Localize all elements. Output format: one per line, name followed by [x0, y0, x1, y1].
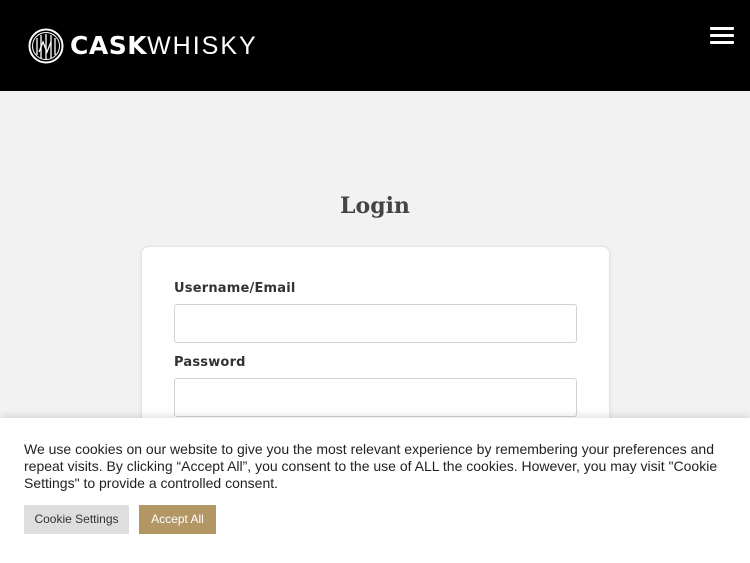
accept-all-button[interactable]: Accept All [139, 505, 216, 534]
menu-bar-line [710, 27, 734, 30]
password-input[interactable] [174, 378, 577, 417]
site-logo[interactable]: CASKWHISKY [27, 28, 258, 64]
username-label: Username/Email [174, 281, 296, 296]
username-input[interactable] [174, 304, 577, 343]
site-header: CASKWHISKY [0, 0, 750, 91]
hamburger-menu-icon[interactable] [709, 25, 737, 47]
menu-bar-line [710, 41, 734, 44]
menu-bar-line [710, 34, 734, 37]
brand-name: CASKWHISKY [70, 28, 258, 64]
brand-name-light: WHISKY [147, 32, 258, 60]
brand-name-bold: CASK [70, 31, 148, 60]
cookie-settings-button[interactable]: Cookie Settings [24, 505, 129, 534]
password-label: Password [174, 355, 246, 370]
cookie-notice-text: We use cookies on our website to give yo… [24, 441, 718, 491]
barrel-logo-icon [28, 28, 64, 64]
page-title: Login [340, 193, 410, 219]
cookie-banner: We use cookies on our website to give yo… [0, 418, 750, 563]
